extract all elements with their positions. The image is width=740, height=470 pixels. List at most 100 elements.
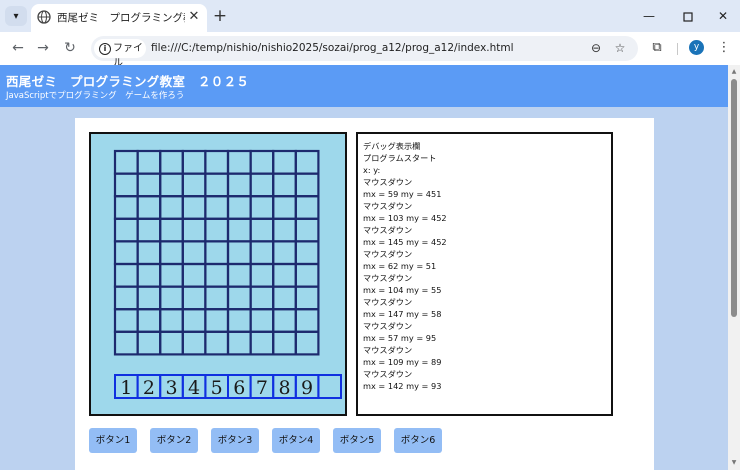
window-close-icon[interactable]: ✕ — [710, 6, 736, 26]
grid-cell[interactable] — [204, 149, 230, 175]
grid-cell[interactable] — [226, 262, 252, 288]
grid-cell[interactable] — [136, 195, 162, 220]
grid-cell[interactable] — [159, 195, 184, 220]
grid-cell[interactable] — [272, 217, 297, 243]
kebab-icon[interactable]: ⋮ — [715, 39, 733, 57]
palette-number[interactable]: 7 — [256, 377, 268, 399]
grid-cell[interactable] — [136, 262, 162, 288]
grid-cell[interactable] — [249, 308, 275, 333]
grid-cell[interactable] — [113, 195, 139, 220]
grid-cell[interactable] — [226, 149, 252, 175]
grid-cell[interactable] — [249, 285, 275, 311]
star-icon[interactable]: ☆ — [612, 40, 628, 56]
grid-cell[interactable] — [204, 195, 230, 220]
button-2[interactable]: ボタン2 — [150, 428, 198, 453]
game-board[interactable]: 123456789 — [91, 134, 345, 414]
grid-cell[interactable] — [226, 195, 252, 220]
grid-cell[interactable] — [294, 217, 320, 243]
palette-number[interactable]: 5 — [211, 377, 223, 399]
button-5[interactable]: ボタン5 — [333, 428, 381, 453]
grid-cell[interactable] — [113, 172, 139, 198]
scroll-thumb[interactable] — [731, 79, 737, 317]
palette-number[interactable]: 9 — [301, 377, 313, 399]
grid-cell[interactable] — [159, 330, 184, 356]
palette-number[interactable]: 6 — [233, 377, 245, 399]
grid-cell[interactable] — [159, 172, 184, 198]
close-icon[interactable]: ✕ — [186, 9, 202, 25]
arrow-left-icon[interactable]: ← — [8, 38, 28, 58]
grid-cell[interactable] — [159, 262, 184, 288]
vertical-scrollbar[interactable]: ▲ ▼ — [728, 65, 740, 470]
grid-cell[interactable] — [204, 172, 230, 198]
grid-cell[interactable] — [204, 240, 230, 266]
grid-cell[interactable] — [136, 330, 162, 356]
button-4[interactable]: ボタン4 — [272, 428, 320, 453]
chevron-down-icon[interactable]: ▾ — [5, 6, 27, 26]
grid-cell[interactable] — [181, 330, 207, 356]
number-palette[interactable]: 123456789 — [114, 374, 342, 399]
grid-cell[interactable] — [136, 308, 162, 333]
grid-cell[interactable] — [113, 217, 139, 243]
grid-cell[interactable] — [181, 240, 207, 266]
grid-cell[interactable] — [226, 308, 252, 333]
palette-number[interactable]: 2 — [143, 377, 155, 399]
palette-number[interactable]: 8 — [278, 377, 290, 399]
grid-cell[interactable] — [113, 308, 139, 333]
grid-cell[interactable] — [136, 285, 162, 311]
grid-cell[interactable] — [249, 172, 275, 198]
grid-cell[interactable] — [226, 330, 252, 356]
grid-cell[interactable] — [136, 217, 162, 243]
button-6[interactable]: ボタン6 — [394, 428, 442, 453]
minimize-icon[interactable]: — — [636, 6, 662, 26]
grid-cell[interactable] — [136, 149, 162, 175]
grid-cell[interactable] — [204, 285, 230, 311]
grid-cell[interactable] — [159, 217, 184, 243]
grid-cell[interactable] — [113, 240, 139, 266]
grid-cell[interactable] — [181, 262, 207, 288]
palette-cell[interactable] — [317, 374, 342, 399]
grid-cell[interactable] — [272, 240, 297, 266]
grid-cell[interactable] — [249, 240, 275, 266]
grid-cell[interactable] — [159, 285, 184, 311]
grid-cell[interactable] — [294, 330, 320, 356]
grid-cell[interactable] — [294, 285, 320, 311]
address-bar[interactable]: i ファイル file:///C:/temp/nishio/nishio2025… — [91, 36, 638, 69]
grid-cell[interactable] — [159, 149, 184, 175]
grid-cell[interactable] — [294, 308, 320, 333]
grid-cell[interactable] — [181, 217, 207, 243]
grid-cell[interactable] — [294, 195, 320, 220]
maximize-icon[interactable] — [675, 6, 701, 26]
button-1[interactable]: ボタン1 — [89, 428, 137, 453]
puzzle-icon[interactable]: ⧉ — [648, 39, 666, 57]
palette-number[interactable]: 1 — [120, 377, 132, 399]
scroll-up-icon[interactable]: ▲ — [728, 66, 740, 78]
grid-cell[interactable] — [204, 217, 230, 243]
grid-cell[interactable] — [294, 149, 320, 175]
number-grid[interactable] — [113, 149, 320, 356]
grid-cell[interactable] — [249, 217, 275, 243]
button-3[interactable]: ボタン3 — [211, 428, 259, 453]
grid-cell[interactable] — [113, 149, 139, 175]
grid-cell[interactable] — [272, 172, 297, 198]
grid-cell[interactable] — [272, 262, 297, 288]
grid-cell[interactable] — [272, 308, 297, 333]
game-canvas[interactable]: 123456789 — [89, 132, 347, 416]
grid-cell[interactable] — [136, 240, 162, 266]
plus-icon[interactable]: + — [210, 6, 230, 26]
zoom-icon[interactable]: ⊖ — [588, 40, 604, 56]
grid-cell[interactable] — [181, 285, 207, 311]
grid-cell[interactable] — [226, 240, 252, 266]
grid-cell[interactable] — [181, 172, 207, 198]
grid-cell[interactable] — [249, 149, 275, 175]
grid-cell[interactable] — [226, 217, 252, 243]
reload-icon[interactable]: ↻ — [60, 38, 80, 58]
grid-cell[interactable] — [272, 195, 297, 220]
palette-number[interactable]: 4 — [188, 377, 200, 399]
grid-cell[interactable] — [272, 149, 297, 175]
grid-cell[interactable] — [294, 262, 320, 288]
grid-cell[interactable] — [113, 262, 139, 288]
browser-tab[interactable]: 西尾ゼミ プログラミング教室 ２ ✕ — [31, 4, 207, 32]
grid-cell[interactable] — [159, 240, 184, 266]
grid-cell[interactable] — [249, 262, 275, 288]
palette-number[interactable]: 3 — [165, 377, 177, 399]
